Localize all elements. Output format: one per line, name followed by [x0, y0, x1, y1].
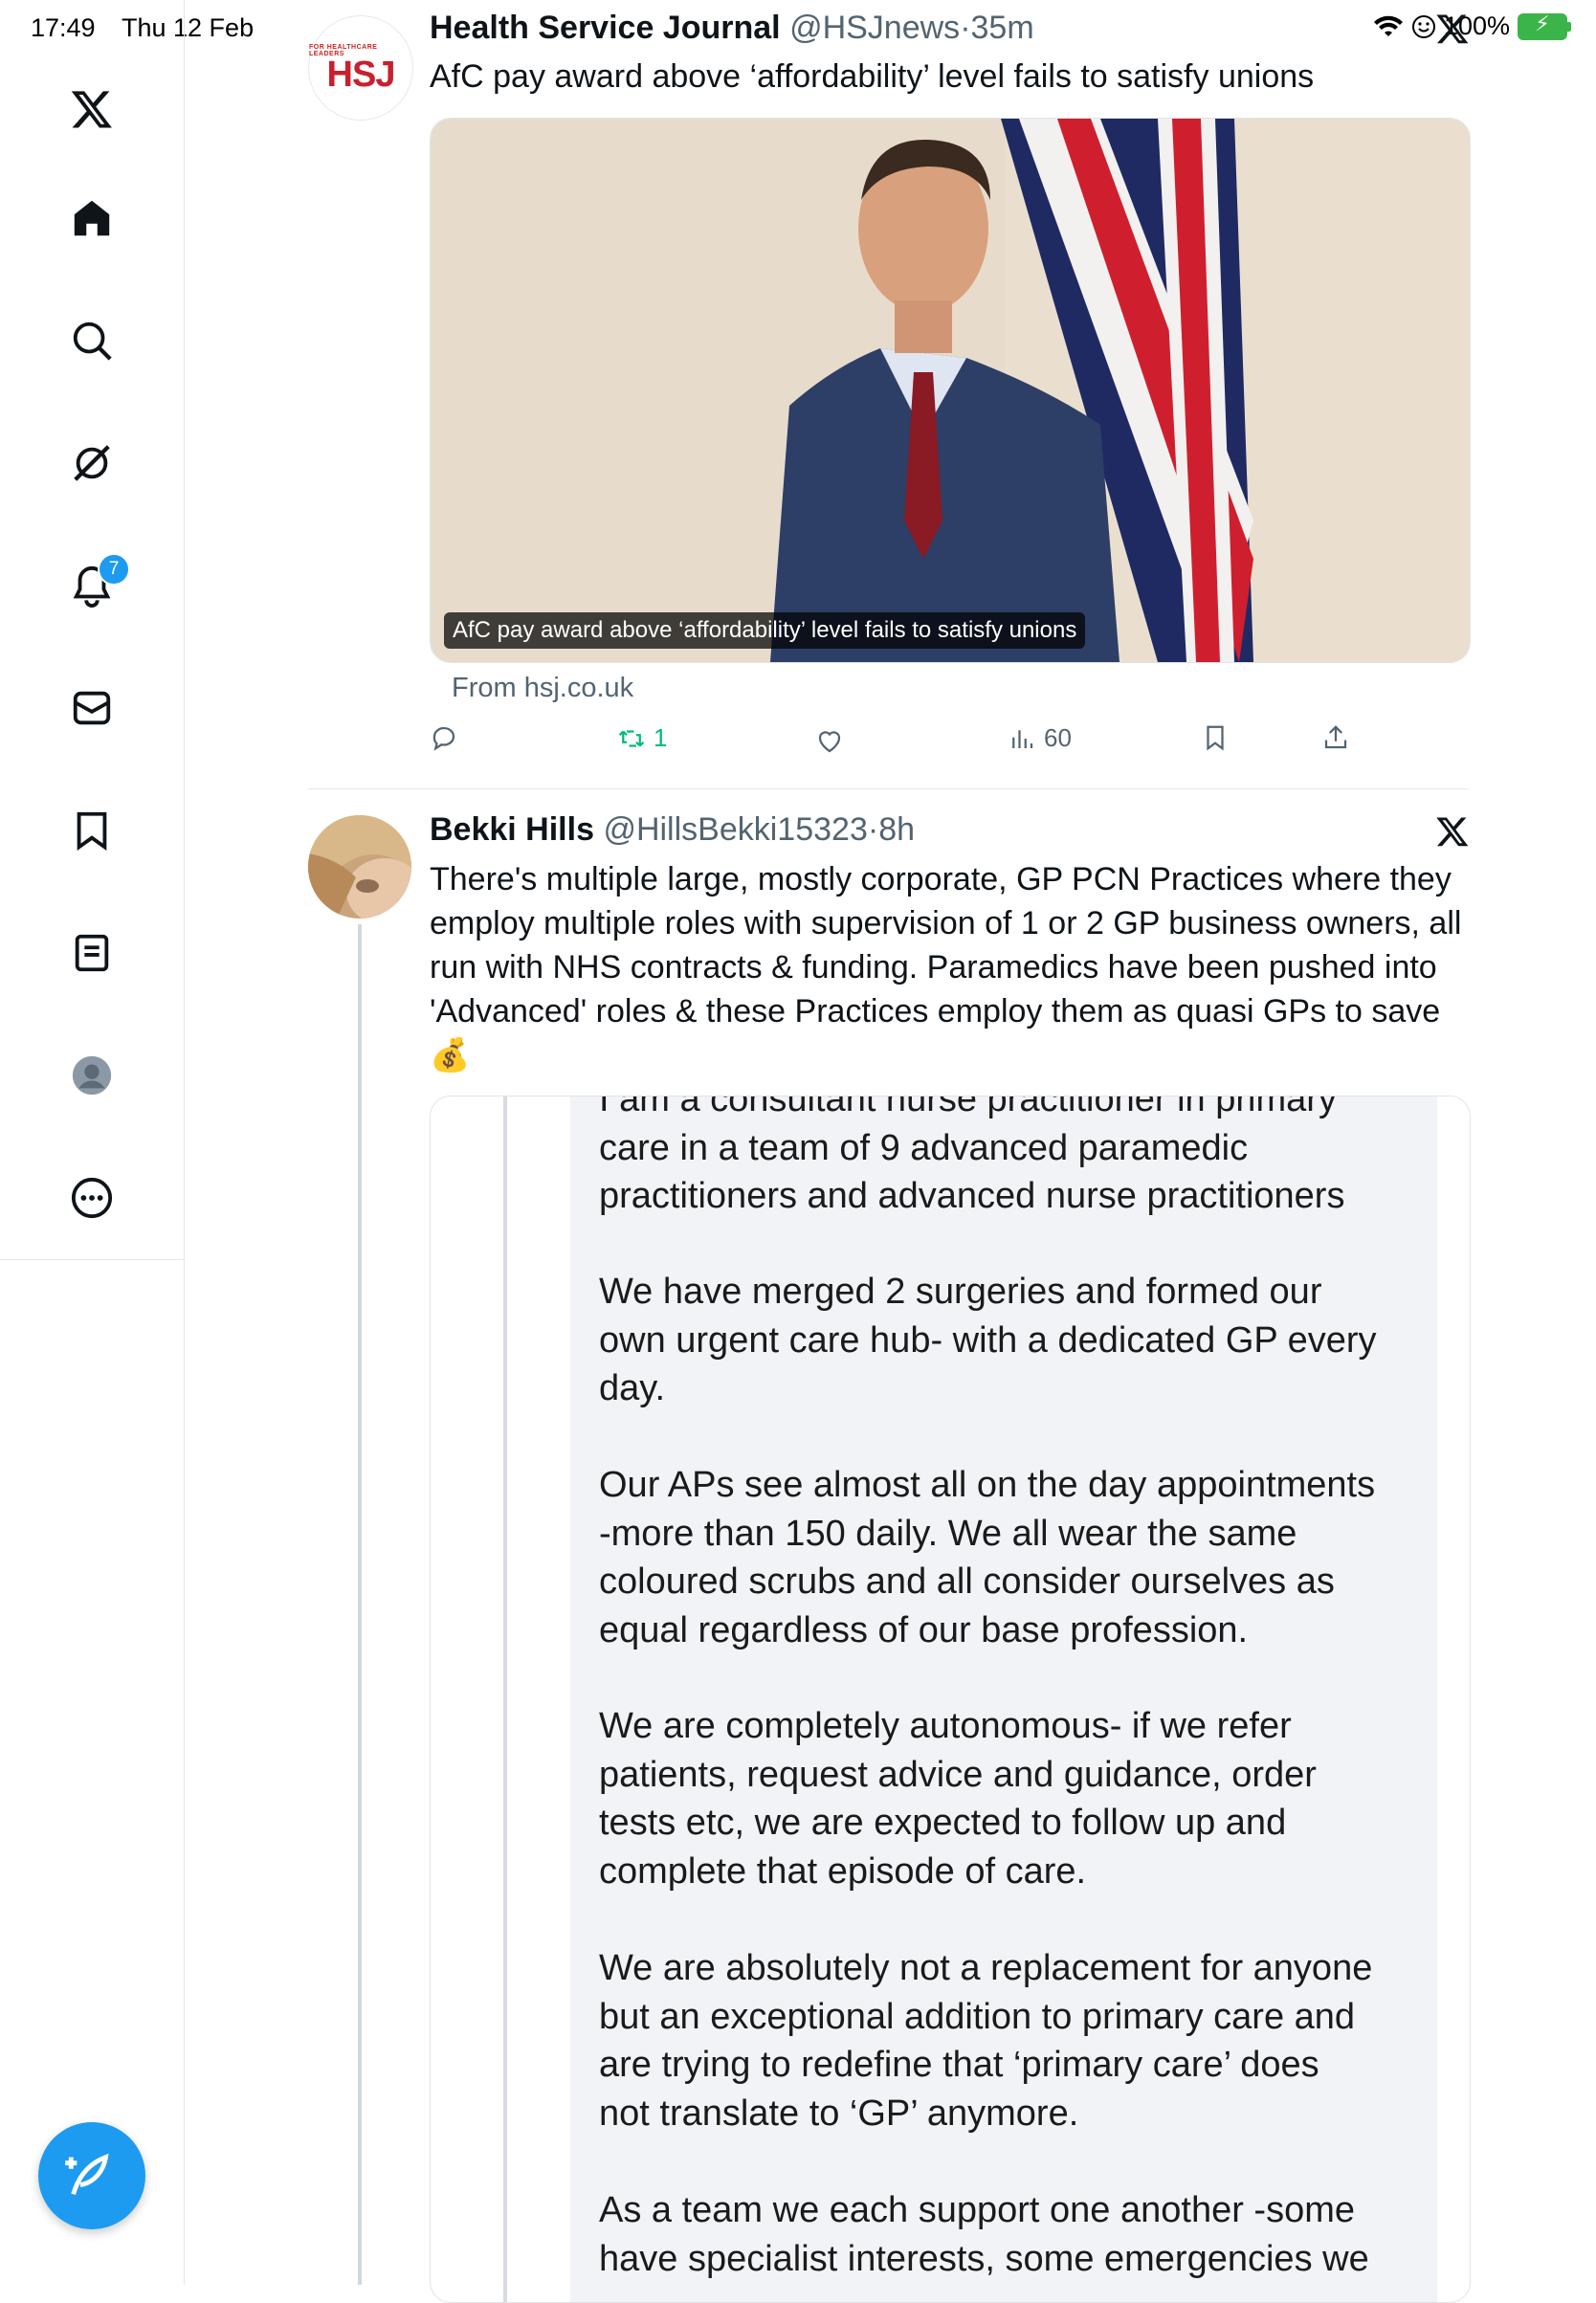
status-icons: 100% ⚡: [1373, 11, 1571, 41]
bekki-avatar[interactable]: [308, 815, 411, 919]
quote-line: practitioners and advanced nurse practit…: [599, 1176, 1345, 1216]
quote-line: have specialist interests, some emergenc…: [599, 2238, 1369, 2279]
tweet2-text-line: employ multiple roles with supervision o…: [430, 905, 1462, 941]
quote-line: As a team we each support one another -s…: [599, 2190, 1356, 2230]
grok-icon[interactable]: [63, 434, 121, 492]
tweet2-text-line: run with NHS contracts & funding. Parame…: [430, 949, 1437, 985]
quote-paragraph-6: As a team we each support one another -s…: [599, 2186, 1422, 2283]
tweet1-text: AfC pay award above ‘affordability’ leve…: [430, 58, 1315, 95]
quote-line: We are absolutely not a replacement for …: [599, 1948, 1373, 1988]
bookmarks-icon[interactable]: [63, 802, 121, 859]
reply-button[interactable]: [430, 723, 458, 752]
tweet1-link-card[interactable]: AfC pay award above ‘affordability’ leve…: [430, 118, 1471, 663]
compose-icon: [65, 2153, 109, 2196]
quote-line: -more than 150 daily. We all wear the sa…: [599, 1513, 1297, 1554]
quote-line: are trying to redefine that ‘primary car…: [599, 2045, 1319, 2085]
quote-paragraph-3: Our APs see almost all on the day appoin…: [599, 1461, 1422, 1654]
tweet1-author-name[interactable]: Health Service Journal: [430, 10, 781, 46]
quote-paragraph-5: We are absolutely not a replacement for …: [599, 1944, 1422, 2137]
views-button[interactable]: 60: [1008, 723, 1072, 753]
messages-icon[interactable]: [63, 679, 121, 737]
tweet2-text-line: 'Advanced' roles & these Practices emplo…: [430, 993, 1441, 1030]
tweet-divider: [308, 788, 1469, 789]
quote-line: care in a team of 9 advanced paramedic: [599, 1127, 1249, 1168]
home-icon[interactable]: [63, 189, 121, 247]
tweet2-text: There's multiple large, mostly corporate…: [430, 857, 1461, 1077]
quote-line: patients, request advice and guidance, o…: [599, 1754, 1317, 1795]
heart-icon: [818, 731, 841, 753]
tweet1-time[interactable]: 35m: [971, 10, 1034, 46]
sidebar-border: [184, 1259, 185, 2285]
tweet2-header: Bekki Hills @HillsBekki15323·8h: [430, 811, 915, 849]
like-button[interactable]: [815, 727, 844, 756]
views-icon: [1012, 729, 1033, 748]
profile-icon[interactable]: [63, 1047, 121, 1104]
repost-icon: [618, 729, 645, 747]
quote-left-bar: [503, 1096, 507, 2302]
tweet2-time[interactable]: 8h: [878, 811, 915, 848]
hsj-avatar[interactable]: FOR HEALTHCARE LEADERS HSJ: [308, 15, 413, 121]
quote-line: but an exceptional addition to primary c…: [599, 1996, 1356, 2037]
bookmark-button[interactable]: [1201, 723, 1230, 752]
sidebar-divider: [0, 1259, 184, 1260]
tweet2-handle[interactable]: @HillsBekki15323: [603, 811, 867, 848]
share-button[interactable]: [1321, 723, 1350, 752]
x-logo-icon[interactable]: [63, 80, 121, 138]
quote-line: I am a consultant nurse practitioner in …: [599, 1096, 1337, 1119]
card-photo: [431, 119, 1470, 662]
quote-line: Our APs see almost all on the day appoin…: [599, 1465, 1376, 1505]
tweet1-header: Health Service Journal @HSJnews·35m: [430, 10, 1034, 47]
notifications-icon[interactable]: 7: [63, 553, 130, 614]
quote-line: coloured scrubs and all consider ourselv…: [599, 1561, 1335, 1602]
bookmark-icon: [1207, 725, 1224, 751]
quote-paragraph-1: I am a consultant nurse practitioner in …: [599, 1096, 1422, 1221]
tweet1-handle[interactable]: @HSJnews: [789, 10, 960, 46]
share-icon: [1324, 725, 1347, 749]
compose-button[interactable]: [38, 2122, 145, 2229]
tweet2-separator: ·: [867, 811, 879, 848]
money-bag-emoji: 💰: [430, 1037, 471, 1074]
hsj-logo: HSJ: [326, 55, 396, 95]
quote-line: tests etc, we are expected to follow up …: [599, 1803, 1287, 1843]
quote-line: own urgent care hub- with a dedicated GP…: [599, 1319, 1377, 1361]
quote-line: complete that episode of care.: [599, 1850, 1087, 1892]
quote-line: We have merged 2 surgeries and formed ou…: [599, 1272, 1322, 1312]
tweet2-text-line: There's multiple large, mostly corporate…: [430, 861, 1452, 897]
repost-count: 1: [654, 723, 668, 752]
views-count: 60: [1044, 723, 1072, 752]
quote-line: day.: [599, 1368, 666, 1408]
quote-line: We are completely autonomous- if we refe…: [599, 1706, 1292, 1746]
thread-line: [358, 924, 362, 2285]
quote-paragraph-4: We are completely autonomous- if we refe…: [599, 1702, 1422, 1895]
card-source[interactable]: From hsj.co.uk: [452, 673, 633, 704]
card-caption: AfC pay award above ‘affordability’ leve…: [444, 612, 1086, 649]
search-icon[interactable]: [63, 312, 121, 369]
repost-button[interactable]: 1: [617, 723, 667, 753]
face-icon: [1411, 14, 1435, 38]
tweet2-author-name[interactable]: Bekki Hills: [430, 811, 594, 848]
wifi-icon: [1373, 15, 1403, 36]
battery-icon: ⚡: [1518, 11, 1571, 40]
notifications-badge: 7: [98, 553, 130, 586]
quote-line: equal regardless of our base profession.: [599, 1609, 1249, 1650]
reply-icon: [432, 726, 455, 751]
more-icon[interactable]: [63, 1169, 121, 1227]
tweet1-x-icon[interactable]: [1435, 11, 1470, 46]
quote-line: not translate to ‘GP’ anymore.: [599, 2093, 1079, 2134]
tweet2-x-icon[interactable]: [1435, 814, 1470, 849]
quote-paragraph-2: We have merged 2 surgeries and formed ou…: [599, 1268, 1422, 1413]
sidebar: 7: [0, 0, 185, 1259]
lists-icon[interactable]: [63, 924, 121, 982]
tweet1-separator: ·: [960, 10, 971, 46]
quoted-image[interactable]: I am a consultant nurse practitioner in …: [430, 1096, 1471, 2303]
tweet1-actions: 1 60: [430, 720, 1386, 762]
